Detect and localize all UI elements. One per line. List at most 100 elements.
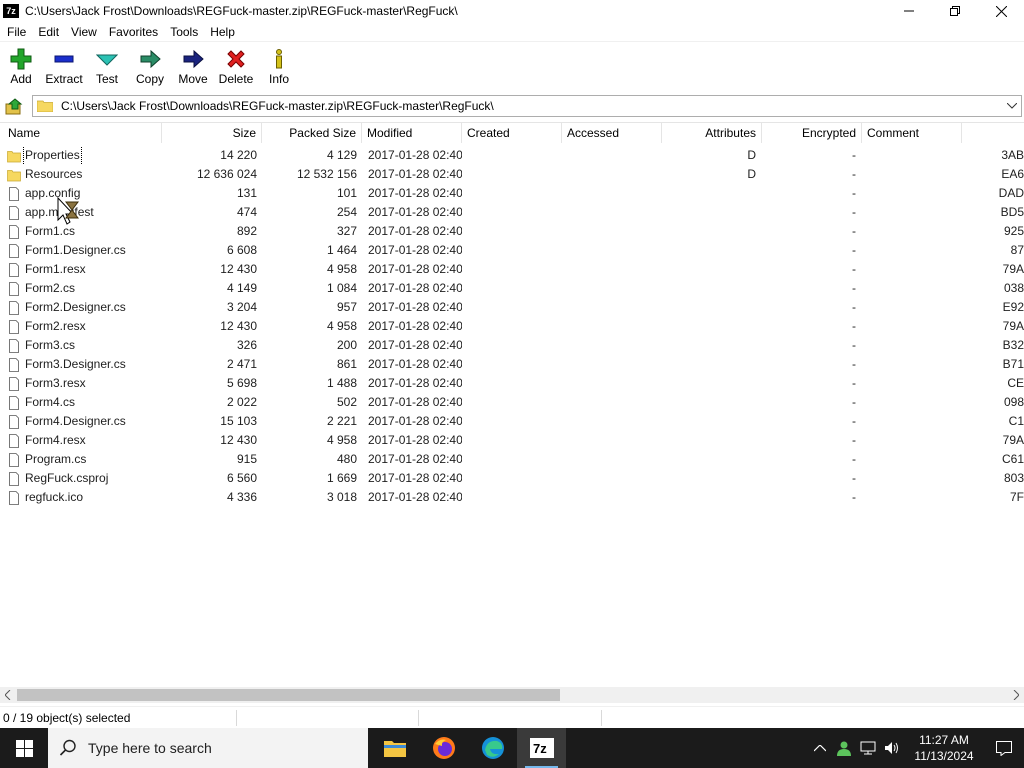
column-header-size[interactable]: Size	[162, 123, 262, 143]
busy-cursor-icon	[57, 196, 79, 225]
scroll-left-button[interactable]	[2, 689, 14, 701]
up-folder-button[interactable]	[3, 96, 25, 118]
file-row[interactable]: Program.cs 915 480 2017-01-28 02:40 - C61	[0, 450, 1024, 469]
action-center-button[interactable]	[984, 728, 1024, 768]
file-name-cell[interactable]: Form3.Designer.cs	[7, 355, 157, 374]
extract-button[interactable]: Extract	[42, 44, 86, 90]
minimize-button[interactable]	[886, 0, 932, 22]
file-name-cell[interactable]: RegFuck.csproj	[7, 469, 157, 488]
file-name-cell[interactable]: Form3.resx	[7, 374, 157, 393]
address-dropdown-button[interactable]	[1005, 99, 1019, 113]
file-name-cell[interactable]: Form4.resx	[7, 431, 157, 450]
file-row[interactable]: Form4.cs 2 022 502 2017-01-28 02:40 - 098	[0, 393, 1024, 412]
delete-button[interactable]: Delete	[214, 44, 258, 90]
column-header-packed-size[interactable]: Packed Size	[262, 123, 362, 143]
file-packed-size: 12 532 156	[296, 167, 357, 181]
column-header-encrypted[interactable]: Encrypted	[762, 123, 862, 143]
volume-icon[interactable]	[880, 728, 904, 768]
7zip-app-icon[interactable]: 7z	[3, 4, 19, 18]
file-name: Properties	[23, 146, 82, 165]
horizontal-scrollbar[interactable]	[0, 687, 1024, 703]
file-name: Form1.resx	[25, 262, 86, 276]
file-row[interactable]: Form2.cs 4 149 1 084 2017-01-28 02:40 - 038	[0, 279, 1024, 298]
file-row[interactable]: Resources 12 636 024 12 532 156 2017-01-28 …	[0, 165, 1024, 184]
add-button[interactable]: Add	[0, 44, 42, 90]
start-button[interactable]	[0, 728, 48, 768]
file-row[interactable]: Form1.resx 12 430 4 958 2017-01-28 02:40 - 79…	[0, 260, 1024, 279]
address-field[interactable]: C:\Users\Jack Frost\Downloads\REGFuck-ma…	[32, 95, 1022, 117]
file-name: Form2.Designer.cs	[25, 300, 126, 314]
file-name-cell[interactable]: app.config	[7, 184, 157, 203]
window-controls	[886, 0, 1024, 22]
menu-bar: File Edit View Favorites Tools Help	[0, 22, 1024, 42]
menu-edit[interactable]: Edit	[32, 22, 65, 42]
file-row[interactable]: Form3.resx 5 698 1 488 2017-01-28 02:40 - CE	[0, 374, 1024, 393]
file-modified: 2017-01-28 02:40	[368, 281, 462, 295]
test-button[interactable]: Test	[86, 44, 128, 90]
file-encrypted: -	[852, 243, 856, 257]
file-packed-size: 957	[336, 300, 357, 314]
file-crc: B71	[1002, 357, 1024, 371]
file-name-cell[interactable]: Form2.resx	[7, 317, 157, 336]
file-row[interactable]: Form2.Designer.cs 3 204 957 2017-01-28 02:4…	[0, 298, 1024, 317]
move-button[interactable]: Move	[172, 44, 214, 90]
close-button[interactable]	[978, 0, 1024, 22]
column-header-accessed[interactable]: Accessed	[562, 123, 662, 143]
taskbar-7zip[interactable]: 7z	[517, 728, 566, 768]
file-row[interactable]: Form4.resx 12 430 4 958 2017-01-28 02:40 - 79…	[0, 431, 1024, 450]
edge-icon	[481, 737, 504, 759]
file-name-cell[interactable]: Form4.cs	[7, 393, 157, 412]
file-row[interactable]: Form3.Designer.cs 2 471 861 2017-01-28 02:4…	[0, 355, 1024, 374]
column-header-comment[interactable]: Comment	[862, 123, 962, 143]
file-name-cell[interactable]: Form2.Designer.cs	[7, 298, 157, 317]
file-name-cell[interactable]: regfuck.ico	[7, 488, 157, 507]
file-row[interactable]: Form2.resx 12 430 4 958 2017-01-28 02:40 - 79…	[0, 317, 1024, 336]
clock[interactable]: 11:27 AM 11/13/2024	[904, 732, 984, 764]
file-name-cell[interactable]: Form1.resx	[7, 260, 157, 279]
file-name-cell[interactable]: app.manifest	[7, 203, 157, 222]
menu-favorites[interactable]: Favorites	[103, 22, 164, 42]
file-name-cell[interactable]: Form1.cs	[7, 222, 157, 241]
taskbar-firefox[interactable]	[419, 728, 468, 768]
file-row[interactable]: app.config 131 101 2017-01-28 02:40 - DAD	[0, 184, 1024, 203]
file-row[interactable]: Properties 14 220 4 129 2017-01-28 02:40 D - 3…	[0, 146, 1024, 165]
show-hidden-icons-button[interactable]	[808, 728, 832, 768]
file-name: Form4.cs	[25, 395, 76, 409]
scrollbar-thumb[interactable]	[17, 689, 560, 701]
file-row[interactable]: Form1.cs 892 327 2017-01-28 02:40 - 925	[0, 222, 1024, 241]
menu-tools[interactable]: Tools	[164, 22, 204, 42]
taskbar-edge[interactable]	[468, 728, 517, 768]
file-attributes	[662, 488, 762, 507]
file-name-cell[interactable]: Program.cs	[7, 450, 157, 469]
scroll-right-button[interactable]	[1010, 689, 1022, 701]
file-row[interactable]: Form1.Designer.cs 6 608 1 464 2017-01-28 02…	[0, 241, 1024, 260]
file-name-cell[interactable]: Form1.Designer.cs	[7, 241, 157, 260]
file-name-cell[interactable]: Form3.cs	[7, 336, 157, 355]
file-list[interactable]: Name Size Packed Size Modified Created A…	[0, 122, 1024, 687]
file-name-cell[interactable]: Properties	[7, 146, 157, 165]
file-row[interactable]: regfuck.ico 4 336 3 018 2017-01-28 02:40 - 7F	[0, 488, 1024, 507]
file-row[interactable]: RegFuck.csproj 6 560 1 669 2017-01-28 02:40…	[0, 469, 1024, 488]
menu-file[interactable]: File	[0, 22, 32, 42]
copy-button[interactable]: Copy	[128, 44, 172, 90]
file-name-cell[interactable]: Resources	[7, 165, 157, 184]
taskbar-search[interactable]: Type here to search	[48, 728, 368, 768]
file-name-cell[interactable]: Form2.cs	[7, 279, 157, 298]
file-row[interactable]: Form3.cs 326 200 2017-01-28 02:40 - B32	[0, 336, 1024, 355]
network-icon[interactable]	[856, 728, 880, 768]
column-header-modified[interactable]: Modified	[362, 123, 462, 143]
maximize-button[interactable]	[932, 0, 978, 22]
menu-help[interactable]: Help	[204, 22, 241, 42]
people-icon[interactable]	[832, 728, 856, 768]
info-button[interactable]: Info	[258, 44, 300, 90]
column-header-attributes[interactable]: Attributes	[662, 123, 762, 143]
file-row[interactable]: Form4.Designer.cs 15 103 2 221 2017-01-28 0…	[0, 412, 1024, 431]
taskbar-file-explorer[interactable]	[370, 728, 419, 768]
column-header-created[interactable]: Created	[462, 123, 562, 143]
file-modified: 2017-01-28 02:40	[368, 243, 462, 257]
file-modified: 2017-01-28 02:40	[368, 186, 462, 200]
column-header-name[interactable]: Name	[3, 123, 162, 143]
menu-view[interactable]: View	[65, 22, 103, 42]
file-row[interactable]: app.manifest 474 254 2017-01-28 02:40 - BD5	[0, 203, 1024, 222]
file-name-cell[interactable]: Form4.Designer.cs	[7, 412, 157, 431]
